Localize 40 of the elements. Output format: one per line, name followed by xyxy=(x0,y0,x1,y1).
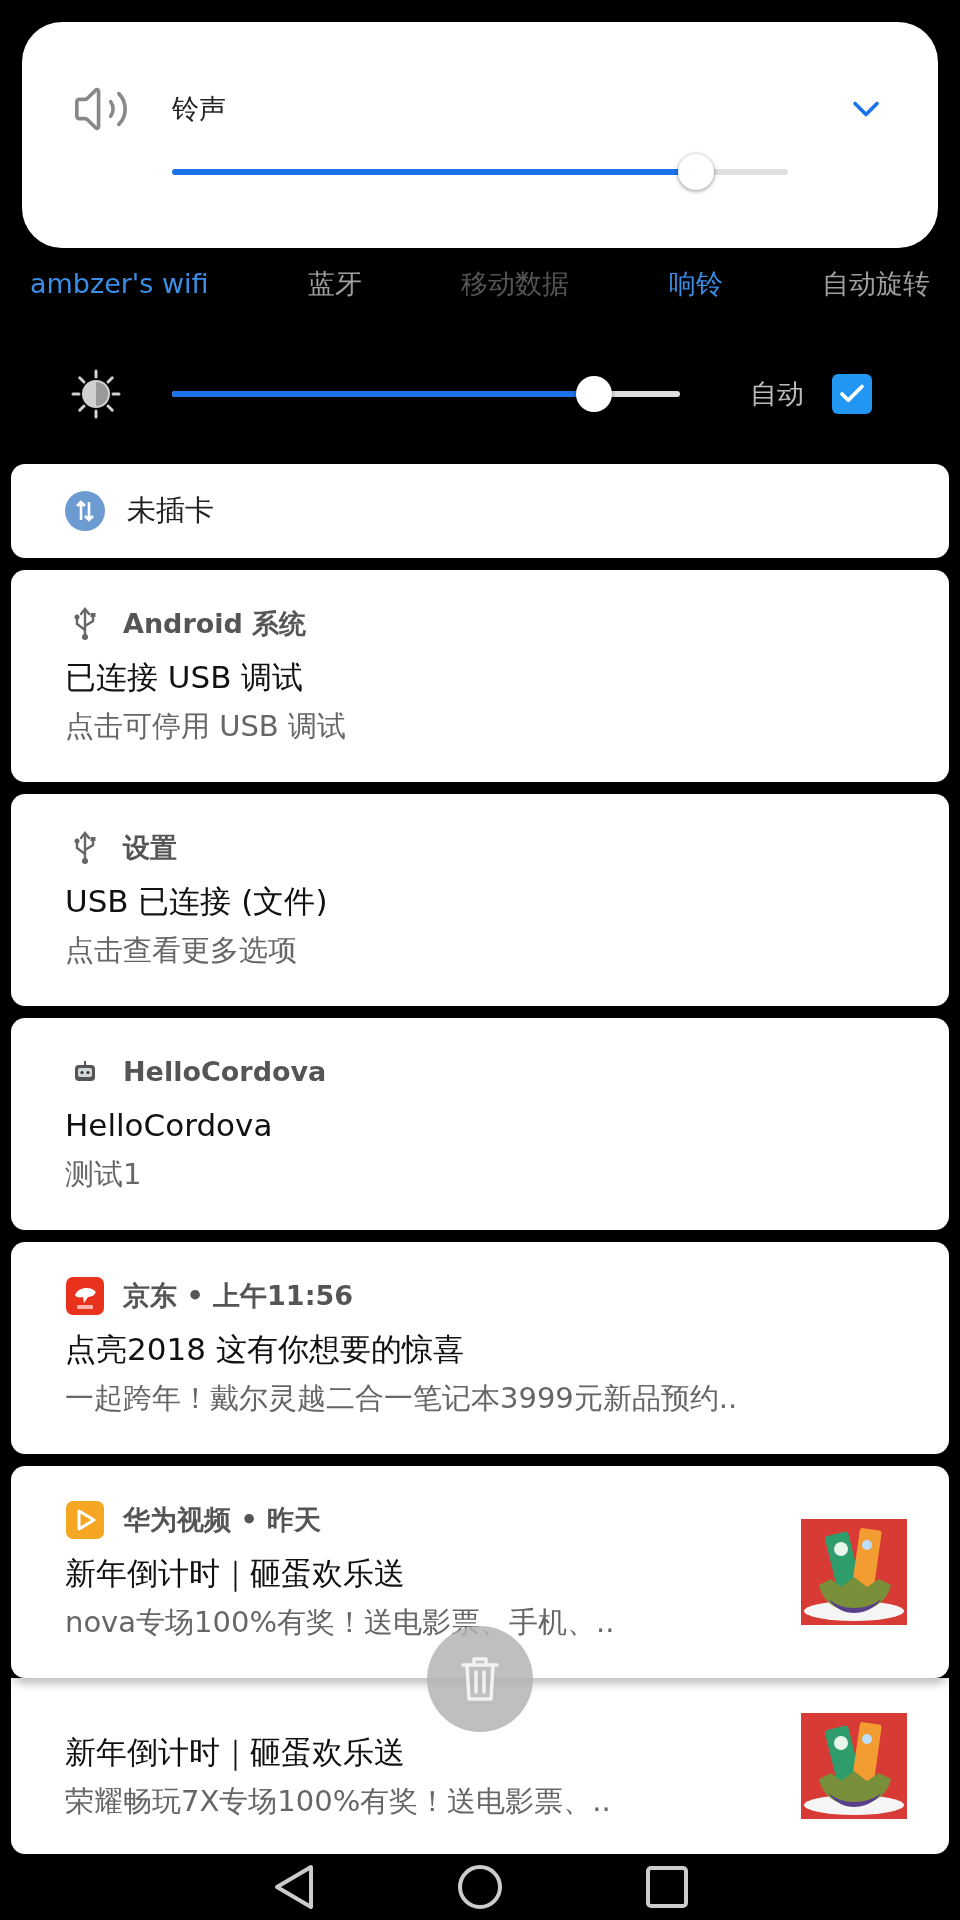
notification-title: 点亮2018 这有你想要的惊喜 xyxy=(65,1330,465,1369)
notification-title: 新年倒计时｜砸蛋欢乐送 xyxy=(65,1554,406,1594)
notification-title: HelloCordova xyxy=(65,1106,274,1145)
notification-text: 点击可停用 USB 调试 xyxy=(65,707,347,745)
data-icon xyxy=(65,491,105,531)
notification-card[interactable]: 设置 USB 已连接 (文件) 点击查看更多选项 xyxy=(11,794,949,1006)
usb-icon xyxy=(73,830,97,866)
app-name: 华为视频 • 昨天 xyxy=(123,1502,322,1537)
quick-setting-label[interactable]: ambzer's wifi xyxy=(30,263,209,305)
app-name: Android 系统 xyxy=(123,606,307,641)
quick-setting-label[interactable]: 响铃 xyxy=(668,263,723,305)
usb-icon xyxy=(73,606,97,642)
notification-card[interactable]: 华为视频 • 昨天 新年倒计时｜砸蛋欢乐送 nova专场100%有奖！送电影票、手机、.. xyxy=(11,1466,949,1678)
notification-text: 一起跨年！戴尔灵越二合一笔记本3999元新品预约.. xyxy=(65,1379,739,1417)
quick-setting-label[interactable]: 自动旋转 xyxy=(822,263,930,305)
volume-label: 铃声 xyxy=(172,91,227,126)
trash-icon xyxy=(460,1656,500,1702)
app-name: HelloCordova xyxy=(123,1054,327,1089)
brightness-icon xyxy=(70,368,122,420)
notification-text: 测试1 xyxy=(65,1155,143,1193)
notification-text: 荣耀畅玩7X专场100%有奖！送电影票、.. xyxy=(65,1782,612,1820)
notification-card[interactable]: 新年倒计时｜砸蛋欢乐送 荣耀畅玩7X专场100%有奖！送电影票、.. xyxy=(11,1678,949,1854)
notification-card[interactable]: HelloCordova HelloCordova 测试1 xyxy=(11,1018,949,1230)
notification-title: 新年倒计时｜砸蛋欢乐送 xyxy=(65,1733,406,1773)
notification-text: 点击查看更多选项 xyxy=(65,931,298,969)
notification-title: 已连接 USB 调试 xyxy=(65,658,305,697)
app-name: 设置 xyxy=(123,830,177,865)
notification-card[interactable]: Android 系统 已连接 USB 调试 点击可停用 USB 调试 xyxy=(11,570,949,782)
recents-icon[interactable] xyxy=(645,1865,690,1909)
notification-title: 未插卡 xyxy=(127,492,214,530)
notification-title: USB 已连接 (文件) xyxy=(65,882,329,921)
app-name: 京东 • 上午11:56 xyxy=(123,1278,353,1313)
home-icon[interactable] xyxy=(456,1863,504,1911)
quick-setting-label[interactable]: 蓝牙 xyxy=(307,263,362,305)
auto-checkbox[interactable] xyxy=(832,374,872,414)
play-app-icon xyxy=(66,1501,104,1539)
notification-text: nova专场100%有奖！送电影票、手机、.. xyxy=(65,1603,616,1641)
notification-card[interactable]: 京东 • 上午11:56 点亮2018 这有你想要的惊喜 一起跨年！戴尔灵越二合一笔记本3999元新品预约.. xyxy=(11,1242,949,1454)
notification-card[interactable]: 未插卡 xyxy=(11,464,949,558)
auto-label: 自动 xyxy=(750,376,804,411)
